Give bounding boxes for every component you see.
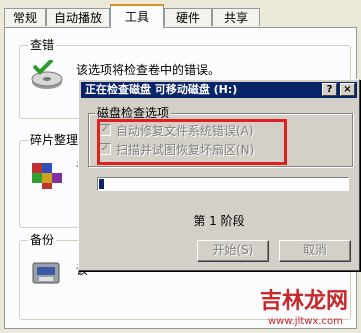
highlight-box [97,119,287,165]
close-button[interactable]: × [340,83,355,96]
help-icon: ? [326,84,333,95]
start-button-label: 开始(S) [212,243,254,257]
backup-icon [32,262,60,284]
watermark-logo: 吉林龙网 www.jltwx.com [260,288,348,327]
cancel-button[interactable]: 取消 [279,240,351,262]
dialog-titlebar[interactable]: 正在检查磁盘 可移动磁盘 (H:) ? × [81,82,357,98]
tab-sharing[interactable]: 共享 [212,8,260,26]
error-check-description: 该选项将检查卷中的错误。 [76,63,221,77]
tab-label: 常规 [12,11,37,25]
defrag-title: 碎片整理 [28,133,81,147]
disk-check-icon [31,60,63,89]
tab-general[interactable]: 常规 [4,8,46,26]
tab-strip: 常规 自动播放 工具 硬件 共享 [0,0,361,28]
options-legend: 磁盘检查选项 [95,106,172,120]
watermark-url: www.jltwx.com [268,316,343,327]
defrag-icon [32,163,62,189]
tab-tools[interactable]: 工具 [110,4,164,28]
error-check-title: 查错 [28,38,57,52]
tab-label: 共享 [223,11,248,25]
progress-fill [99,179,104,189]
cancel-button-label: 取消 [302,243,327,257]
watermark-text: 吉林龙网 [260,288,348,314]
tab-label: 自动播放 [53,11,102,25]
progress-bar [97,177,349,191]
tab-autoplay[interactable]: 自动播放 [46,8,110,26]
start-button[interactable]: 开始(S) [197,240,269,262]
tab-hardware[interactable]: 硬件 [164,8,212,26]
help-button[interactable]: ? [322,83,337,96]
check-disk-dialog: 正在检查磁盘 可移动磁盘 (H:) ? × 磁盘检查选项 ✓ 自动修复文件系统错… [78,79,360,271]
dialog-title: 正在检查磁盘 可移动磁盘 (H:) [85,83,238,96]
close-icon: × [343,84,352,95]
tab-label: 工具 [124,10,149,24]
phase-label: 第 1 阶段 [193,214,245,228]
tab-label: 硬件 [175,11,200,25]
backup-title: 备份 [28,233,57,247]
